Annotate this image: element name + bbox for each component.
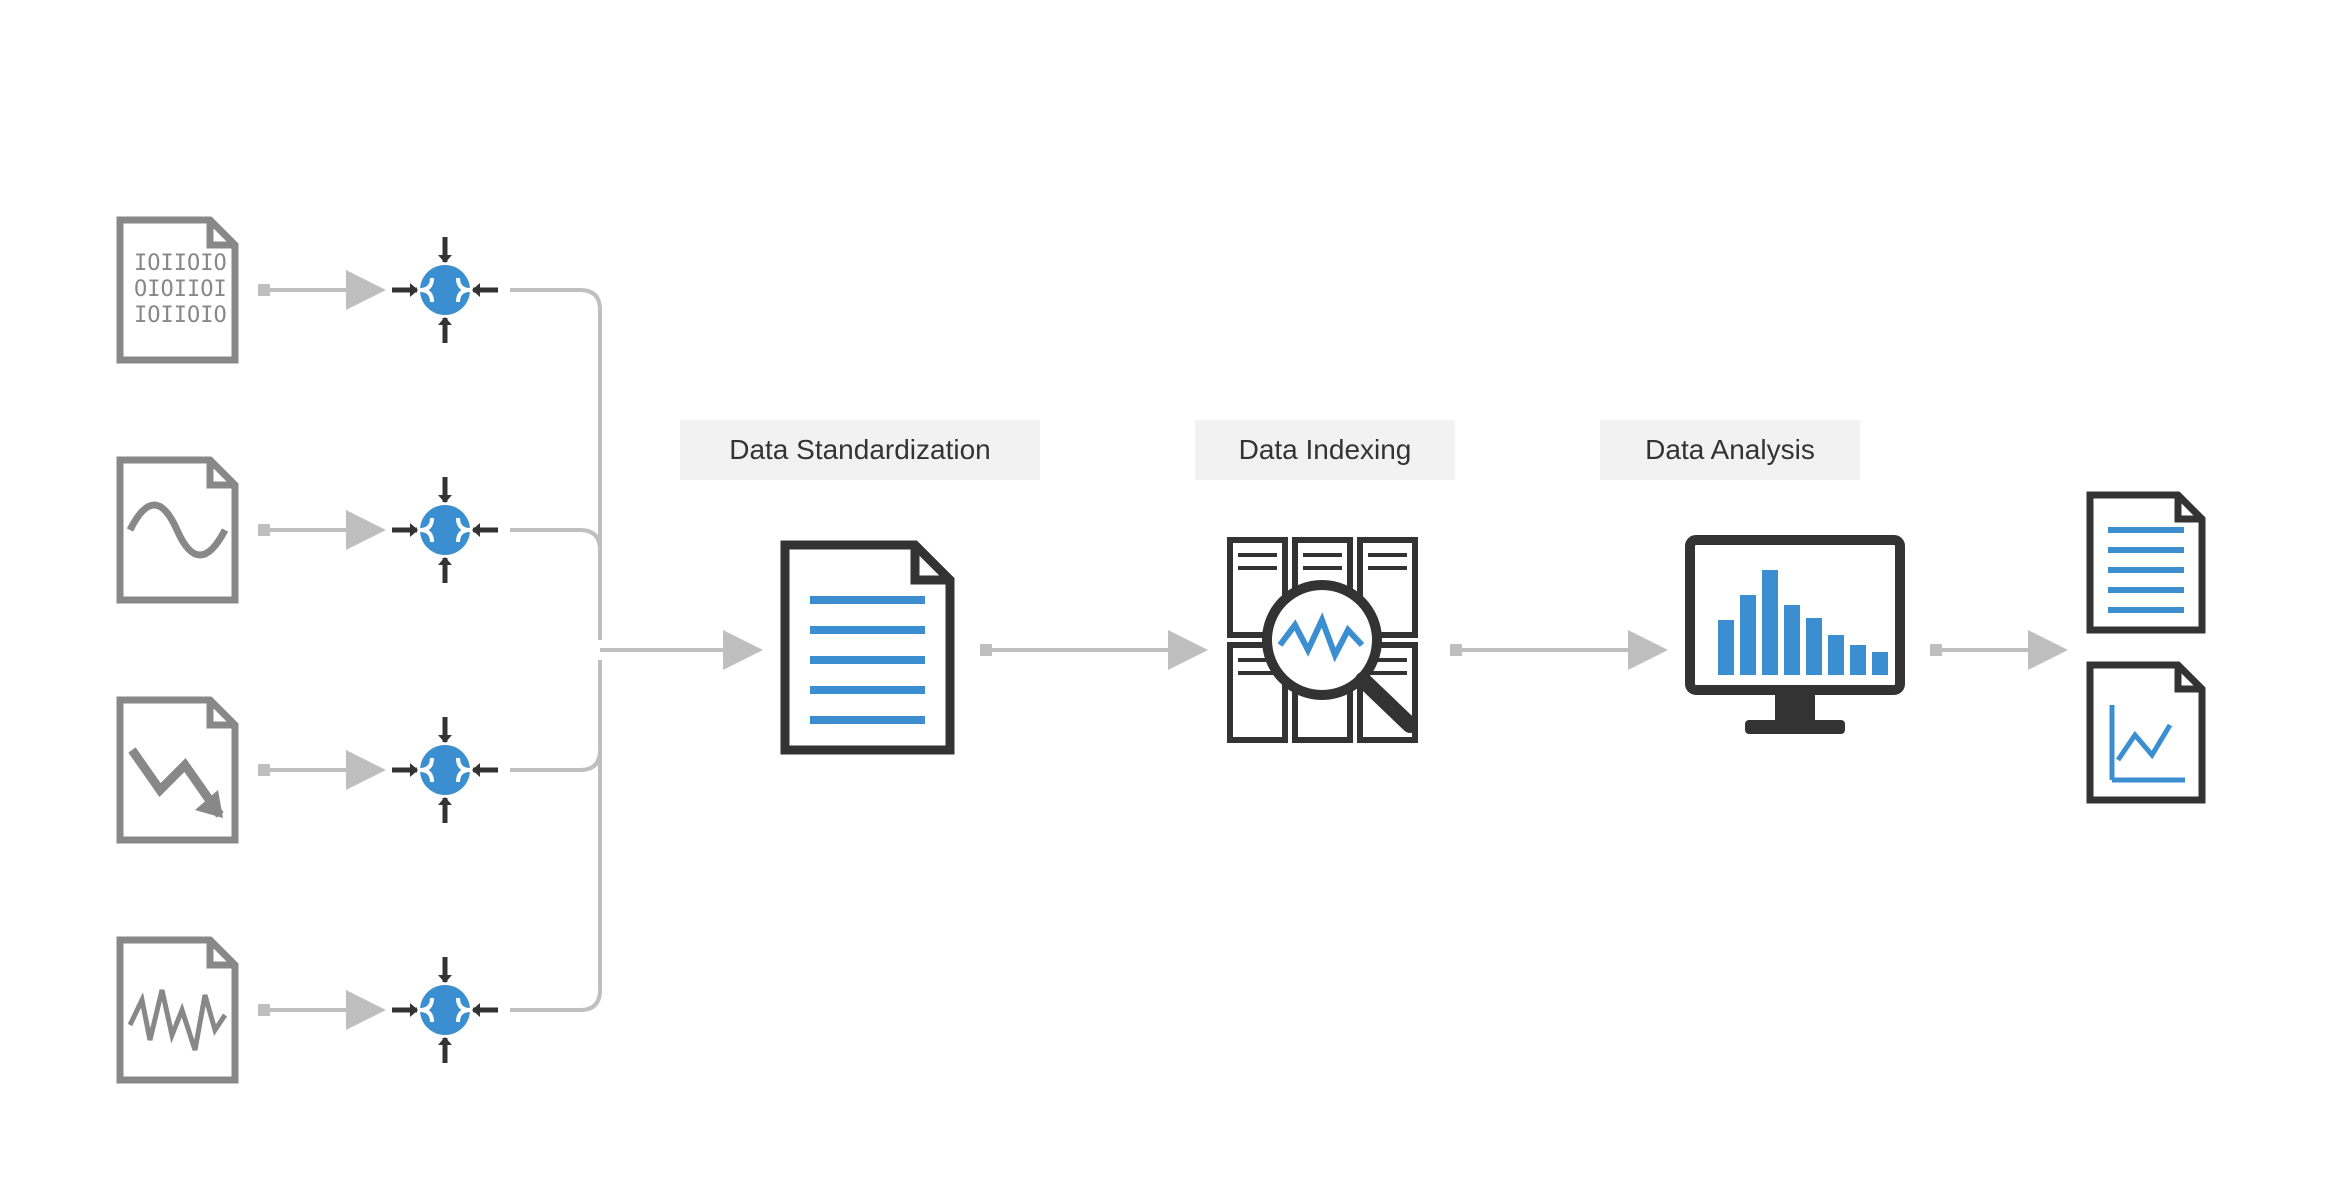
converge-node-4-icon [392,957,498,1063]
analysis-monitor-icon [1690,540,1900,734]
stage-label-standardization: Data Standardization [680,420,1040,480]
connector-analysis-to-output [1930,644,2060,656]
svg-text:IOIIOIO: IOIIOIO [134,251,227,276]
indexing-servers-icon [1230,540,1415,740]
connector-std-to-index [980,644,1200,656]
connector-index-to-analysis [1450,644,1660,656]
stage-label-analysis: Data Analysis [1600,420,1860,480]
converge-node-2-icon [392,477,498,583]
diagram-canvas: IOIIOIO OIOIIOI IOIIOIO [0,0,2352,1200]
output-text-file-icon [2090,495,2202,630]
svg-text:OIOIIOI: OIOIIOI [134,277,227,302]
source-waveform-file-icon [120,460,235,600]
standardized-document-icon [785,545,950,750]
source-trend-file-icon [120,700,235,840]
svg-text:IOIIOIO: IOIIOIO [134,303,227,328]
output-chart-file-icon [2090,665,2202,800]
converge-node-1-icon [392,237,498,343]
connector-source-to-node [258,284,378,1016]
source-binary-file-icon: IOIIOIO OIOIIOI IOIIOIO [120,220,235,360]
connector-merge-bus [510,290,755,1010]
stage-label-indexing: Data Indexing [1195,420,1455,480]
source-signal-file-icon [120,940,235,1080]
data-pipeline-diagram: Data Standardization Data Indexing Data … [0,0,2352,1200]
converge-node-3-icon [392,717,498,823]
